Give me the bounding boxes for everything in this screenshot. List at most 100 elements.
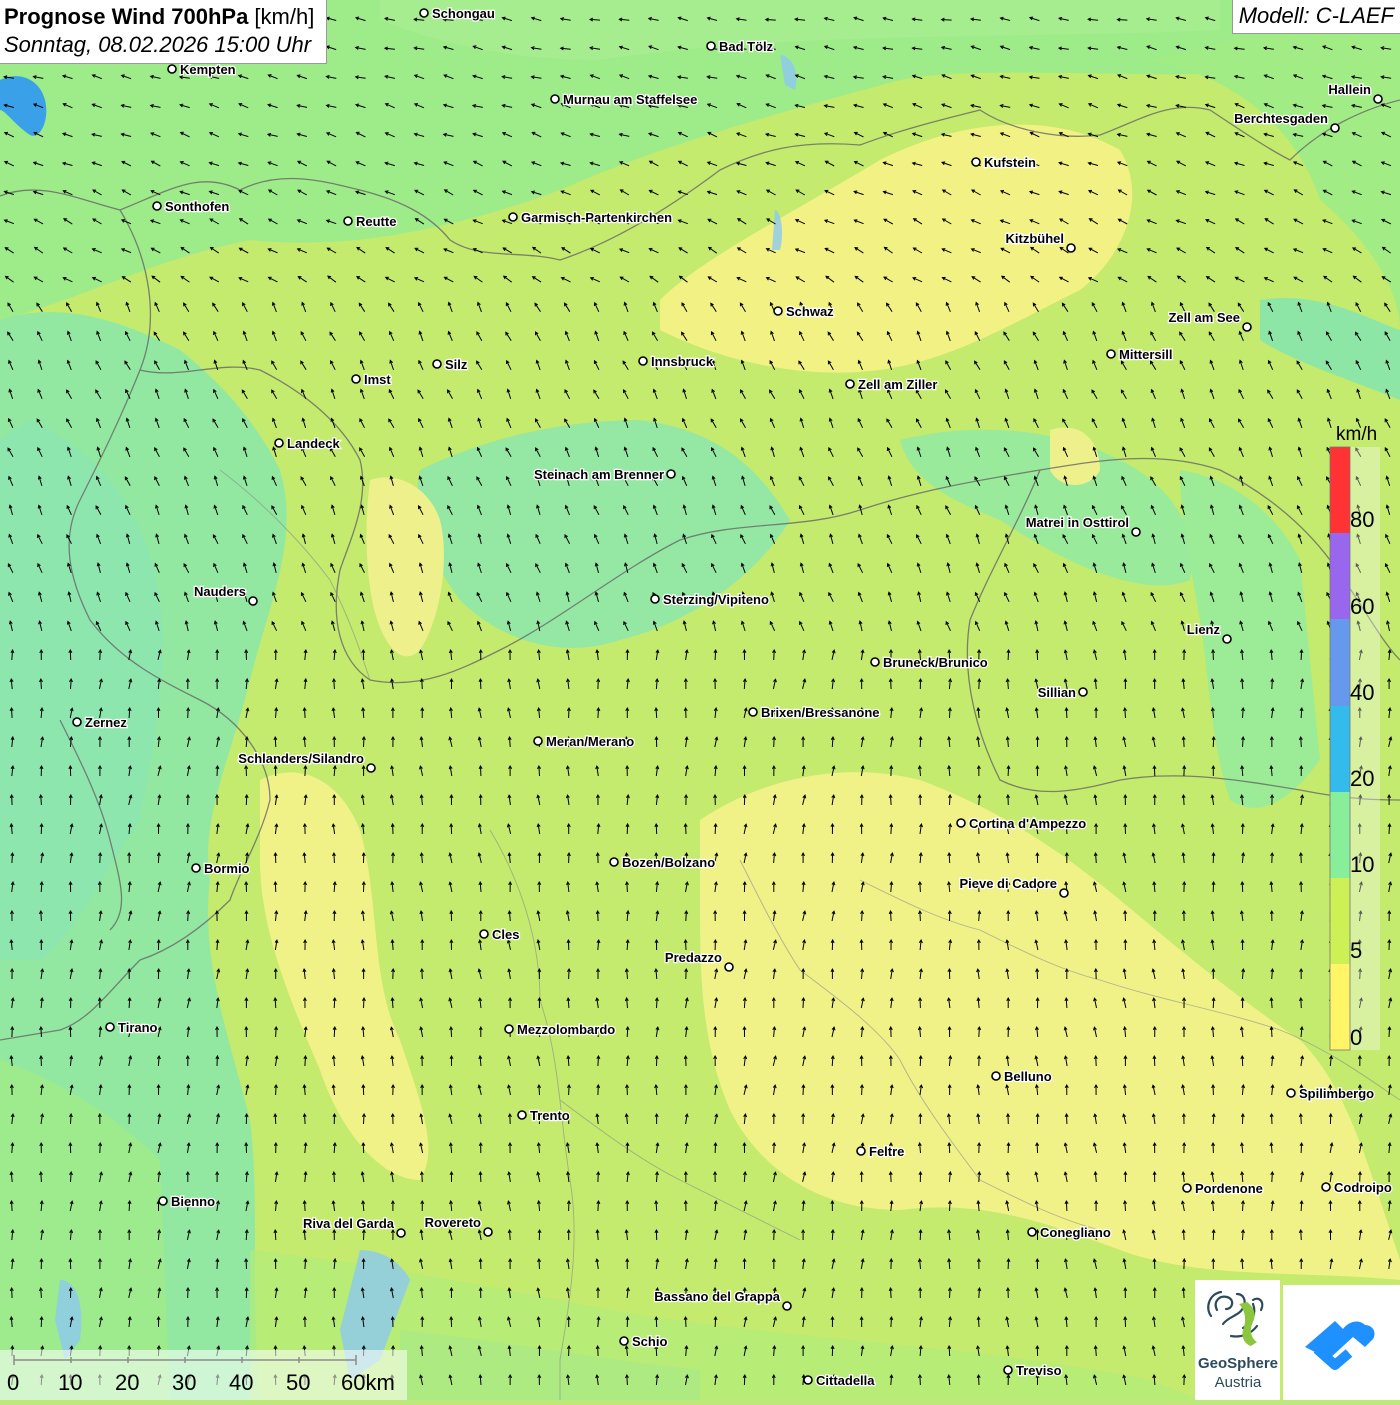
legend-unit: km/h (1336, 424, 1378, 445)
scale-label-20: 20 (115, 1370, 140, 1395)
city-marker-reutte (343, 216, 353, 226)
city-marker-pordenone (1182, 1183, 1192, 1193)
city-label-nauders: Nauders (194, 584, 246, 599)
scale-label-40: 40 (229, 1370, 254, 1395)
city-marker-zell-am-ziller (845, 379, 855, 389)
city-label-bassano-del-grappa: Bassano del Grappa (654, 1289, 780, 1304)
city-label-trento: Trento (530, 1108, 570, 1123)
city-marker-sillian (1078, 687, 1088, 697)
city-marker-codroipo (1321, 1182, 1331, 1192)
city-label-kitzb-hel: Kitzbühel (1006, 231, 1065, 246)
city-marker-lienz (1222, 634, 1232, 644)
city-marker-schio (619, 1336, 629, 1346)
city-label-zell-am-ziller: Zell am Ziller (858, 377, 937, 392)
city-marker-trento (517, 1110, 527, 1120)
city-marker-bruneck-brunico (870, 657, 880, 667)
city-label-predazzo: Predazzo (665, 950, 722, 965)
map-subtitle: Sonntag, 08.02.2026 15:00 Uhr (4, 32, 312, 57)
city-marker-landeck (274, 438, 284, 448)
city-label-steinach-am-brenner: Steinach am Brenner (534, 467, 664, 482)
city-marker-kempten (167, 64, 177, 74)
city-label-meran-merano: Meran/Merano (546, 734, 634, 749)
city-marker-treviso (1003, 1365, 1013, 1375)
scale-label-0: 0 (7, 1370, 20, 1395)
city-label-silz: Silz (445, 357, 468, 372)
legend-label-20: 20 (1350, 766, 1375, 791)
city-label-pieve-di-cadore: Pieve di Cadore (959, 876, 1057, 891)
city-label-mezzolombardo: Mezzolombardo (517, 1022, 615, 1037)
legend-label-60: 60 (1350, 594, 1375, 619)
city-label-schwaz: Schwaz (786, 304, 834, 319)
city-label-reutte: Reutte (356, 214, 396, 229)
city-marker-meran-merano (533, 736, 543, 746)
city-marker-schwaz (773, 306, 783, 316)
city-marker-predazzo (724, 962, 734, 972)
city-label-spilimbergo: Spilimbergo (1299, 1086, 1374, 1101)
city-label-bozen-bolzano: Bozen/Bolzano (622, 855, 715, 870)
city-label-bienno: Bienno (171, 1194, 215, 1209)
city-marker-tirano (105, 1022, 115, 1032)
city-marker-berchtesgaden (1330, 123, 1340, 133)
city-label-sillian: Sillian (1038, 685, 1076, 700)
city-marker-bienno (158, 1196, 168, 1206)
city-label-conegliano: Conegliano (1040, 1225, 1111, 1240)
scale-label-30: 30 (172, 1370, 197, 1395)
cloud-arrow-icon (1305, 1321, 1375, 1370)
legend-label-5: 5 (1350, 938, 1363, 963)
city-label-mittersill: Mittersill (1119, 347, 1172, 362)
city-marker-mittersill (1106, 349, 1116, 359)
model-label: Modell: C-LAEF (1231, 0, 1400, 34)
city-label-lienz: Lienz (1187, 622, 1221, 637)
city-marker-silz (432, 359, 442, 369)
city-marker-murnau-am-staffelsee (550, 94, 560, 104)
scale-label-60km: 60km (341, 1370, 395, 1395)
city-marker-bozen-bolzano (609, 857, 619, 867)
city-label-matrei-in-osttirol: Matrei in Osttirol (1026, 515, 1129, 530)
city-marker-sterzing-vipiteno (650, 594, 660, 604)
legend-label-0: 0 (1350, 1025, 1363, 1050)
city-marker-cles (479, 929, 489, 939)
city-marker-pieve-di-cadore (1059, 888, 1069, 898)
city-label-sterzing-vipiteno: Sterzing/Vipiteno (663, 592, 769, 607)
city-marker-zell-am-see (1242, 322, 1252, 332)
city-marker-riva-del-garda (396, 1228, 406, 1238)
city-marker-imst (351, 374, 361, 384)
city-label-schongau: Schongau (432, 6, 495, 21)
city-label-imst: Imst (364, 372, 391, 387)
city-label-hallein: Hallein (1328, 82, 1371, 97)
city-marker-rovereto (483, 1227, 493, 1237)
map-title: Prognose Wind 700hPa [km/h] (4, 4, 315, 29)
city-label-berchtesgaden: Berchtesgaden (1234, 111, 1328, 126)
city-marker-zernez (72, 717, 82, 727)
city-marker-matrei-in-osttirol (1131, 527, 1141, 537)
city-label-zernez: Zernez (85, 715, 127, 730)
city-label-murnau-am-staffelsee: Murnau am Staffelsee (563, 92, 697, 107)
city-label-belluno: Belluno (1004, 1069, 1052, 1084)
city-marker-nauders (248, 596, 258, 606)
wind-map: Schongau Bad Tölz Kempten Murnau am Staffel… (0, 0, 1400, 1400)
city-marker-kufstein (971, 157, 981, 167)
city-marker-sonthofen (152, 201, 162, 211)
city-marker-garmisch-partenkirchen (508, 212, 518, 222)
logo-text-austria: Austria (1214, 1374, 1262, 1391)
city-marker-hallein (1373, 94, 1383, 104)
scale-label-10: 10 (58, 1370, 83, 1395)
city-label-riva-del-garda: Riva del Garda (303, 1216, 395, 1231)
city-marker-feltre (856, 1146, 866, 1156)
city-label-sonthofen: Sonthofen (165, 199, 229, 214)
city-label-landeck: Landeck (287, 436, 341, 451)
city-label-bad-t-lz: Bad Tölz (719, 39, 774, 54)
map-title-box: Prognose Wind 700hPa [km/h] Sonntag, 08.… (0, 0, 328, 64)
city-label-cles: Cles (492, 927, 519, 942)
city-marker-mezzolombardo (504, 1024, 514, 1034)
city-marker-bassano-del-grappa (782, 1301, 792, 1311)
city-label-cittadella: Cittadella (816, 1373, 875, 1388)
city-label-cortina-d-ampezzo: Cortina d'Ampezzo (969, 816, 1086, 831)
city-label-codroipo: Codroipo (1334, 1180, 1392, 1195)
city-marker-belluno (991, 1071, 1001, 1081)
city-marker-innsbruck (638, 356, 648, 366)
city-marker-steinach-am-brenner (666, 469, 676, 479)
scale-label-50: 50 (286, 1370, 311, 1395)
city-marker-brixen-bressanone (748, 707, 758, 717)
city-label-garmisch-partenkirchen: Garmisch-Partenkirchen (521, 210, 672, 225)
